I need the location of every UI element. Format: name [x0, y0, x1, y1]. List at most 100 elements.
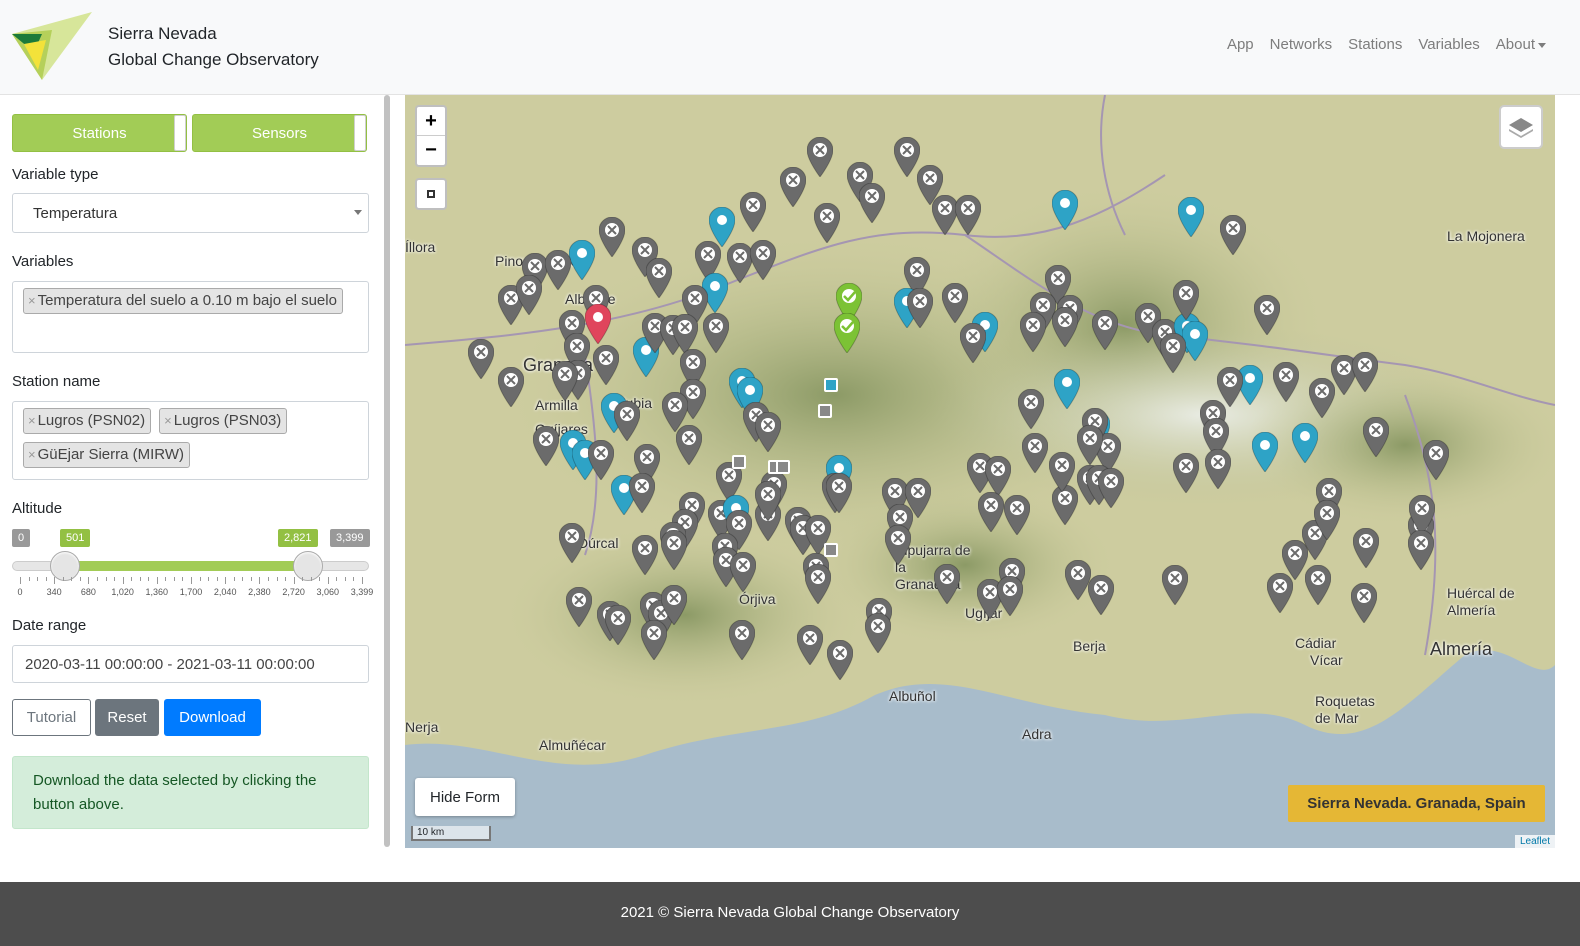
station-marker-inactive[interactable]: [1098, 468, 1124, 508]
station-marker-inactive[interactable]: [1352, 352, 1378, 392]
station-marker-inactive[interactable]: [1088, 575, 1114, 615]
sensor-marker[interactable]: [776, 460, 790, 474]
station-marker-inactive[interactable]: [1049, 452, 1075, 492]
zoom-in-button[interactable]: +: [417, 107, 445, 136]
station-marker-inactive[interactable]: [1022, 433, 1048, 473]
station-chip[interactable]: × Lugros (PSN02): [23, 408, 152, 434]
remove-icon[interactable]: ×: [28, 413, 36, 428]
station-marker-inactive[interactable]: [545, 250, 571, 290]
station-marker-inactive[interactable]: [516, 275, 542, 315]
variables-multiselect[interactable]: × Temperatura del suelo a 0.10 m bajo el …: [12, 281, 369, 353]
station-marker-inactive[interactable]: [605, 605, 631, 645]
station-marker-inactive[interactable]: [552, 361, 578, 401]
station-marker-inactive[interactable]: [814, 203, 840, 243]
station-marker-inactive[interactable]: [1409, 495, 1435, 535]
station-marker-inactive[interactable]: [629, 473, 655, 513]
altitude-slider[interactable]: [12, 551, 369, 581]
station-marker-inactive[interactable]: [780, 167, 806, 207]
station-marker-inactive[interactable]: [593, 345, 619, 385]
station-marker-inactive[interactable]: [907, 288, 933, 328]
sensor-marker[interactable]: [732, 455, 746, 469]
station-marker-inactive[interactable]: [468, 339, 494, 379]
station-map[interactable]: Pinos Puente Albolote Granada Armilla Og…: [405, 95, 1555, 848]
station-marker-active[interactable]: [569, 240, 595, 280]
station-marker-inactive[interactable]: [1220, 215, 1246, 255]
sensor-marker[interactable]: [818, 404, 832, 418]
station-marker-inactive[interactable]: [859, 183, 885, 223]
station-marker-inactive[interactable]: [755, 412, 781, 452]
station-marker-inactive[interactable]: [1077, 425, 1103, 465]
station-marker-inactive[interactable]: [1423, 440, 1449, 480]
station-marker-inactive[interactable]: [661, 585, 687, 625]
reset-button[interactable]: Reset: [95, 699, 159, 736]
station-marker-inactive[interactable]: [934, 564, 960, 604]
station-marker-inactive[interactable]: [566, 587, 592, 627]
remove-icon[interactable]: ×: [28, 293, 36, 308]
station-marker-inactive[interactable]: [942, 283, 968, 323]
station-marker-inactive[interactable]: [1408, 530, 1434, 570]
station-marker-active[interactable]: [1178, 197, 1204, 237]
station-marker-inactive[interactable]: [498, 367, 524, 407]
station-marker-active[interactable]: [1054, 369, 1080, 409]
station-marker-inactive[interactable]: [805, 564, 831, 604]
layers-button[interactable]: [1499, 105, 1543, 149]
station-marker-inactive[interactable]: [1160, 333, 1186, 373]
station-marker-inactive[interactable]: [641, 620, 667, 660]
nav-stations[interactable]: Stations: [1348, 36, 1402, 53]
station-marker-inactive[interactable]: [1205, 449, 1231, 489]
sidebar-scrollbar[interactable]: [384, 95, 390, 847]
draw-rectangle-button[interactable]: [415, 178, 447, 210]
station-multiselect[interactable]: × Lugros (PSN02) × Lugros (PSN03)× GüEjar Si…: [12, 401, 369, 480]
station-marker-inactive[interactable]: [1273, 362, 1299, 402]
tutorial-button[interactable]: Tutorial: [12, 699, 91, 736]
station-marker-inactive[interactable]: [661, 530, 687, 570]
station-marker-inactive[interactable]: [755, 481, 781, 521]
station-marker-inactive[interactable]: [1018, 389, 1044, 429]
station-marker-inactive[interactable]: [955, 195, 981, 235]
station-marker-inactive[interactable]: [1162, 565, 1188, 605]
zoom-out-button[interactable]: −: [417, 136, 445, 165]
station-marker-inactive[interactable]: [646, 258, 672, 298]
station-marker-inactive[interactable]: [1173, 280, 1199, 320]
station-marker-inactive[interactable]: [985, 456, 1011, 496]
stations-toggle[interactable]: Stations: [12, 114, 187, 152]
station-marker-inactive[interactable]: [1092, 310, 1118, 350]
station-marker-active[interactable]: [1292, 423, 1318, 463]
sensor-marker[interactable]: [824, 378, 838, 392]
station-marker-inactive[interactable]: [703, 313, 729, 353]
station-marker-inactive[interactable]: [797, 625, 823, 665]
station-marker-inactive[interactable]: [960, 323, 986, 363]
remove-icon[interactable]: ×: [164, 413, 172, 428]
station-marker-inactive[interactable]: [1363, 417, 1389, 457]
station-marker-inactive[interactable]: [559, 523, 585, 563]
station-marker-inactive[interactable]: [1305, 565, 1331, 605]
station-marker-inactive[interactable]: [729, 620, 755, 660]
station-marker-active[interactable]: [1252, 432, 1278, 472]
station-chip[interactable]: × Lugros (PSN03): [159, 408, 288, 434]
station-marker-inactive[interactable]: [730, 552, 756, 592]
station-marker-inactive[interactable]: [865, 613, 891, 653]
brand[interactable]: Sierra Nevada Global Change Observatory: [108, 21, 319, 73]
station-marker-inactive[interactable]: [740, 192, 766, 232]
sensor-marker[interactable]: [824, 543, 838, 557]
station-marker-inactive[interactable]: [885, 525, 911, 565]
nav-app[interactable]: App: [1227, 36, 1254, 53]
nav-about[interactable]: About: [1496, 36, 1546, 53]
station-marker-inactive[interactable]: [1004, 495, 1030, 535]
attribution-link[interactable]: Leaflet: [1514, 835, 1555, 848]
station-marker-inactive[interactable]: [1052, 307, 1078, 347]
station-marker-inactive[interactable]: [978, 492, 1004, 532]
station-marker-inactive[interactable]: [1353, 528, 1379, 568]
station-marker-inactive[interactable]: [997, 576, 1023, 616]
station-marker-inactive[interactable]: [672, 314, 698, 354]
station-marker-inactive[interactable]: [1351, 583, 1377, 623]
station-marker-inactive[interactable]: [533, 426, 559, 466]
station-marker-inactive[interactable]: [750, 240, 776, 280]
download-button[interactable]: Download: [164, 699, 261, 736]
variable-type-select[interactable]: Temperatura: [12, 193, 369, 233]
station-marker-inactive[interactable]: [599, 217, 625, 257]
station-marker-selected[interactable]: [834, 313, 860, 353]
sensors-toggle[interactable]: Sensors: [192, 114, 367, 152]
station-marker-inactive[interactable]: [676, 425, 702, 465]
variable-chip[interactable]: × Temperatura del suelo a 0.10 m bajo el …: [23, 288, 343, 314]
